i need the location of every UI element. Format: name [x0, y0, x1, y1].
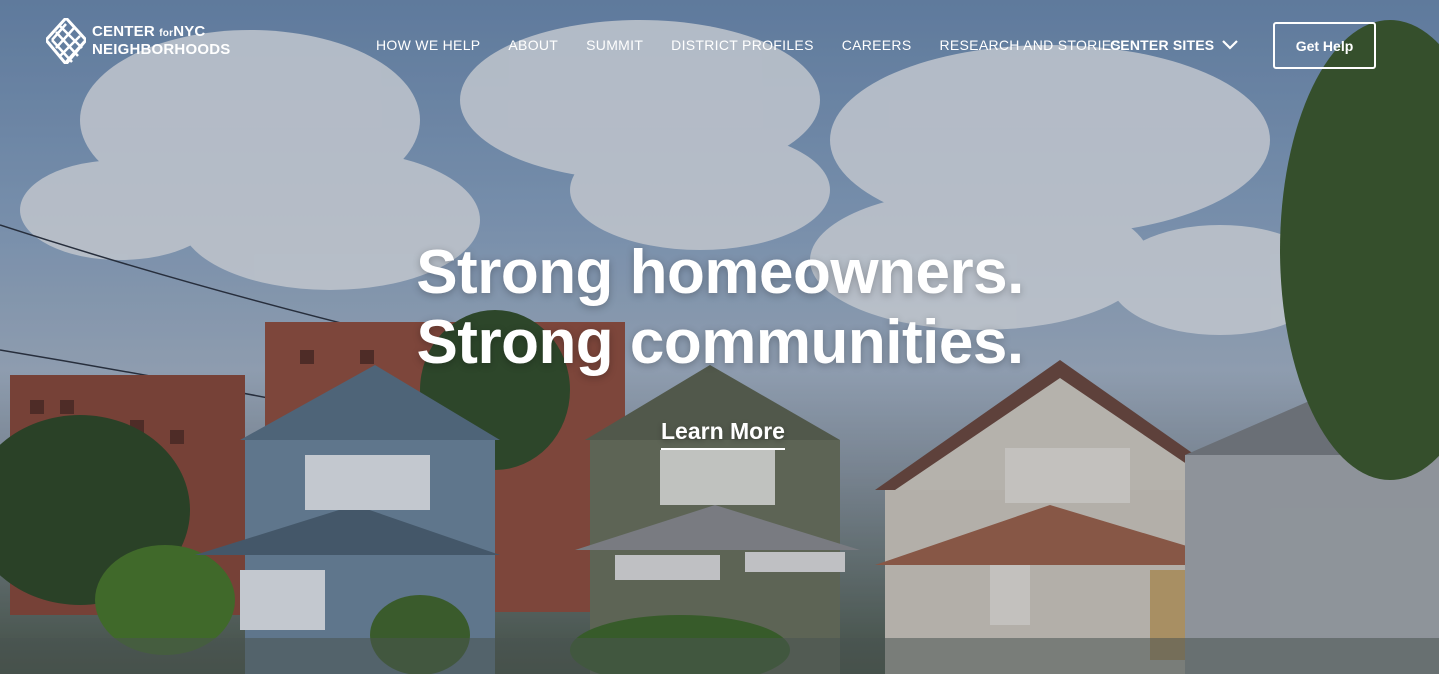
hero-headline: Strong homeowners. Strong communities.	[416, 238, 1024, 377]
nav-district-profiles[interactable]: DISTRICT PROFILES	[671, 37, 814, 53]
get-help-button[interactable]: Get Help	[1273, 22, 1376, 69]
learn-more-link[interactable]: Learn More	[661, 418, 785, 450]
nav-about[interactable]: ABOUT	[508, 37, 558, 53]
center-sites-label: CENTER SITES	[1110, 37, 1215, 53]
logo-text: CENTER forNYC NEIGHBORHOODS	[92, 24, 230, 58]
main-nav: HOW WE HELP ABOUT SUMMIT DISTRICT PROFIL…	[376, 37, 1121, 53]
logo-line1-small: for	[159, 28, 174, 39]
chevron-down-icon	[1222, 40, 1239, 50]
site-logo[interactable]: CENTER forNYC NEIGHBORHOODS	[46, 18, 230, 64]
nav-research-and-stories[interactable]: RESEARCH AND STORIES	[940, 37, 1122, 53]
logo-line1: CENTER	[92, 23, 155, 40]
center-sites-dropdown[interactable]: CENTER SITES	[1110, 37, 1239, 53]
nav-summit[interactable]: SUMMIT	[586, 37, 643, 53]
logo-diamond-icon	[46, 18, 86, 64]
hero-section: CENTER forNYC NEIGHBORHOODS HOW WE HELP …	[0, 0, 1439, 674]
logo-line2: NEIGHBORHOODS	[92, 41, 231, 58]
nav-careers[interactable]: CAREERS	[842, 37, 912, 53]
logo-line1-end: NYC	[173, 23, 206, 40]
nav-how-we-help[interactable]: HOW WE HELP	[376, 37, 480, 53]
